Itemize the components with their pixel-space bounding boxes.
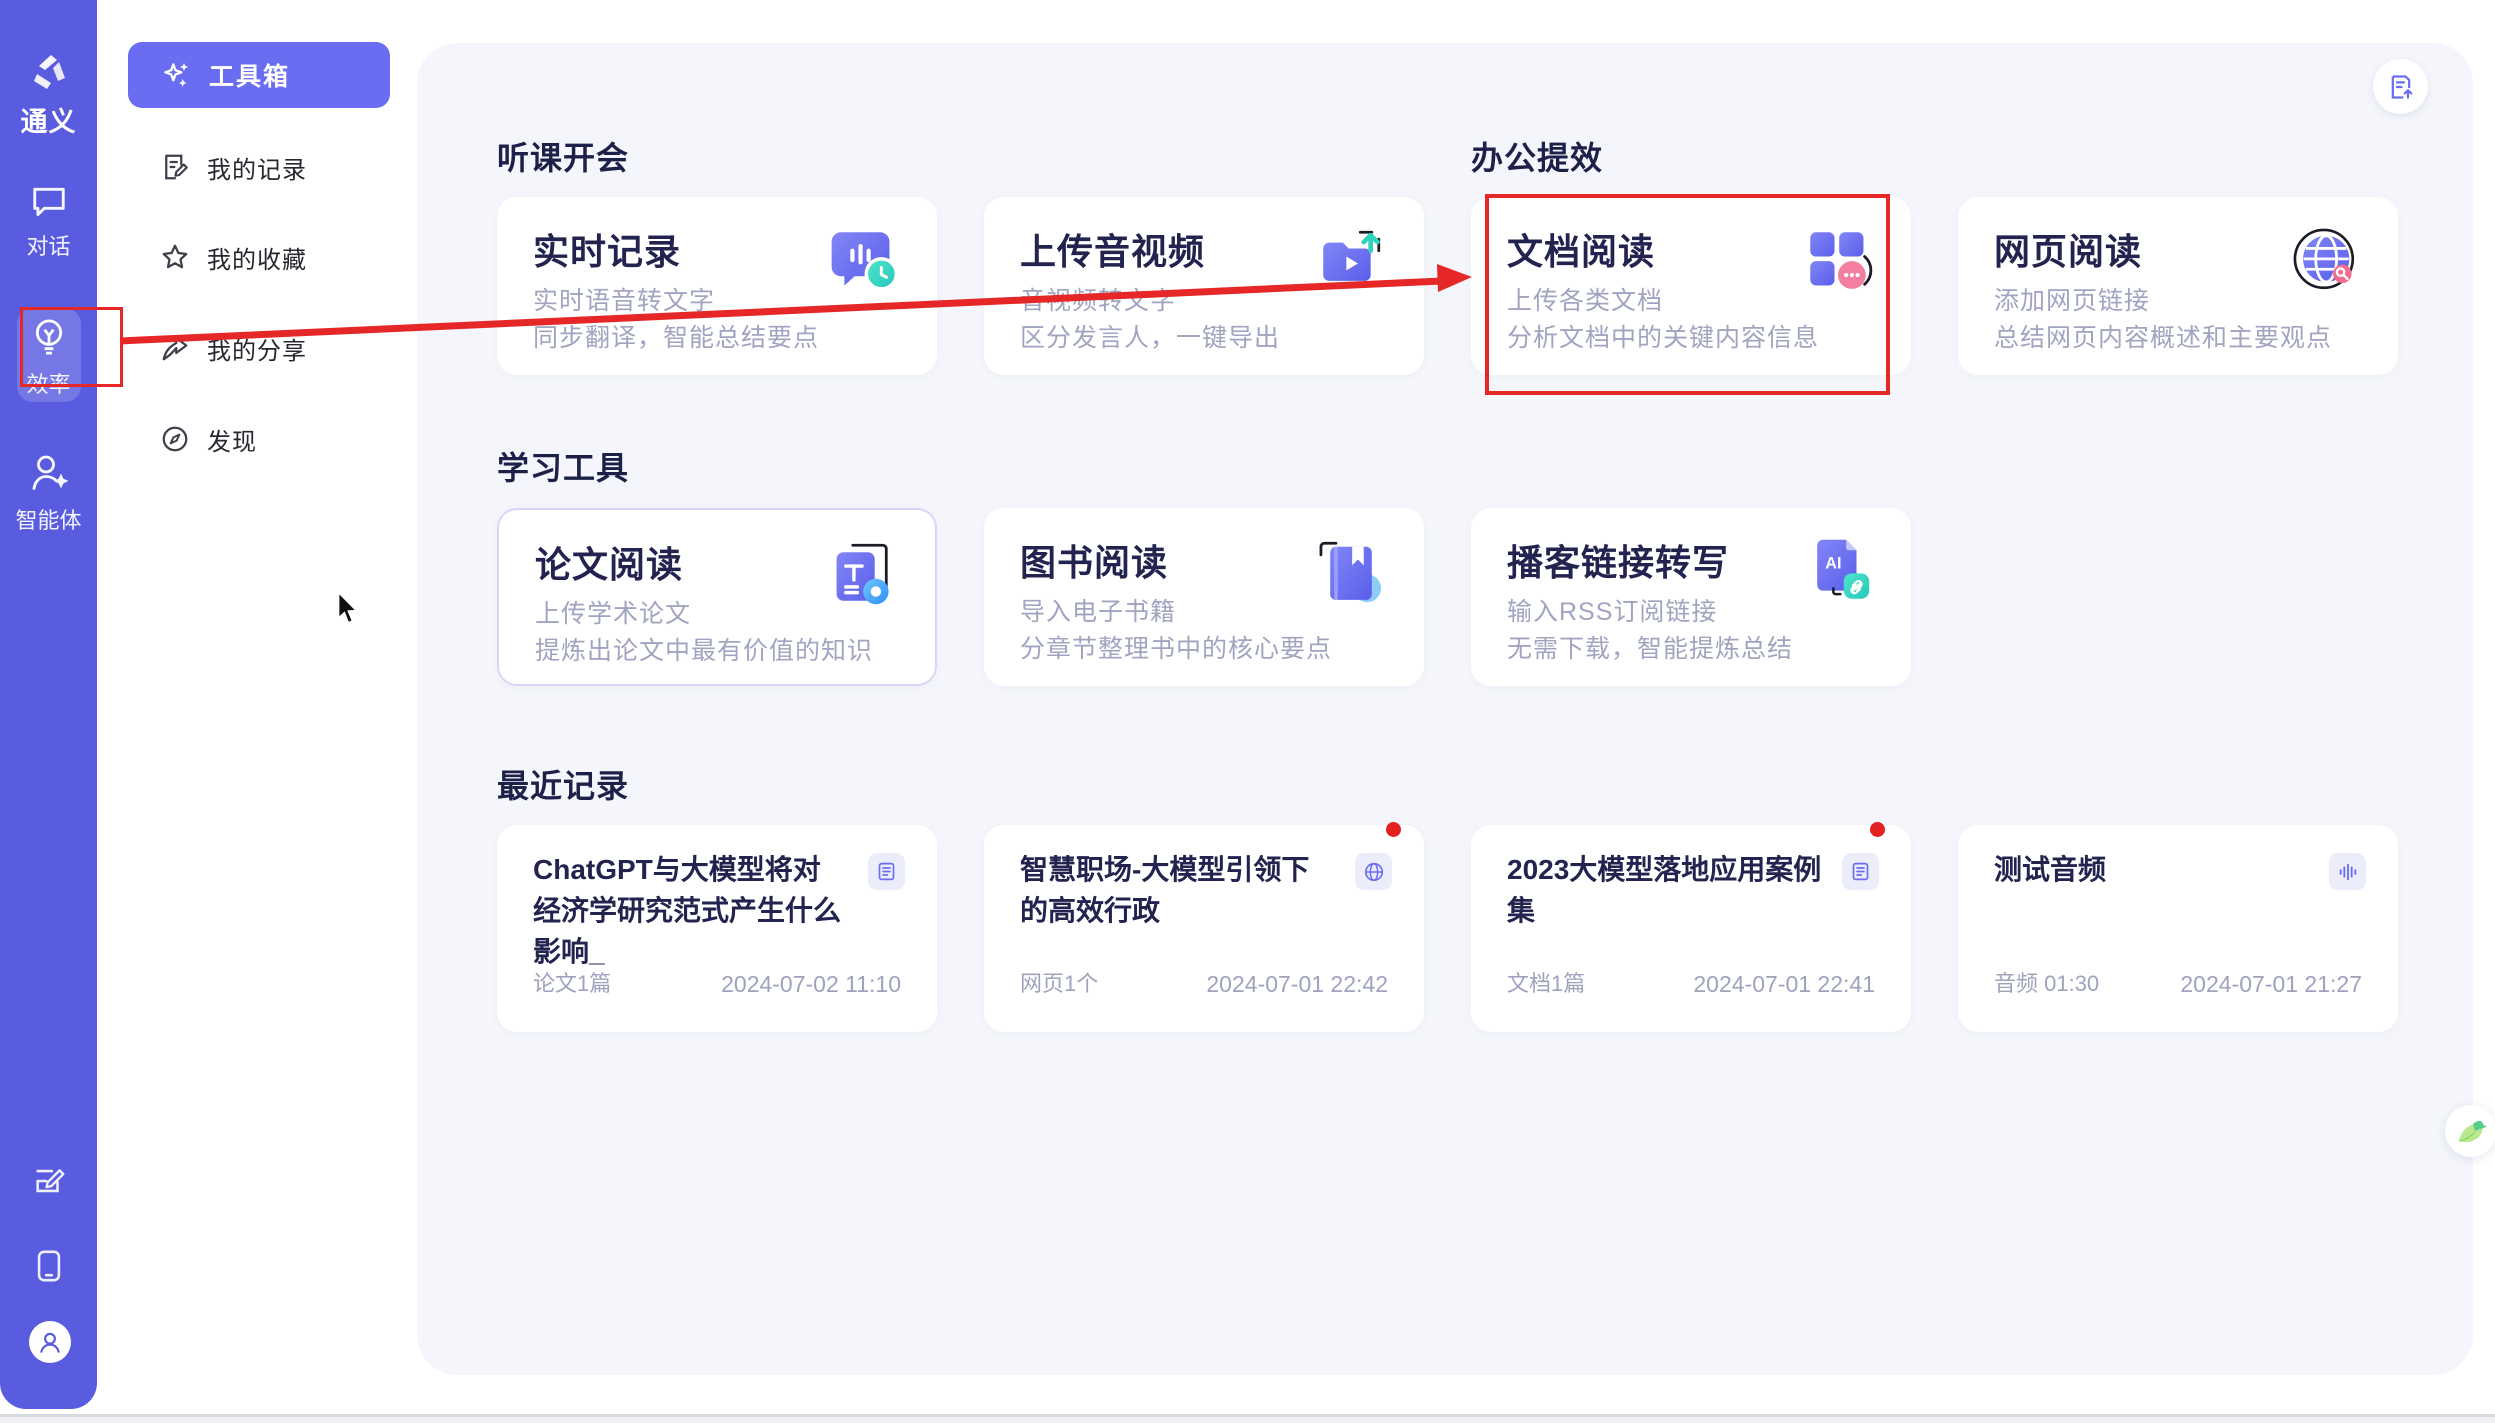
app-logo-text: 通义 (20, 107, 77, 137)
record-time: 2024-07-01 22:42 (1206, 971, 1388, 997)
unread-dot (1870, 822, 1885, 837)
tool-card-podcast-transcribe[interactable]: 播客链接转写 输入RSS订阅链接 无需下载，智能提炼总结 AI (1471, 508, 1911, 686)
tool-title: 实时记录 (533, 231, 682, 272)
user-icon (40, 1332, 60, 1353)
sidebar-item-label: 智能体 (15, 508, 82, 533)
nav-item-my-records[interactable]: 我的记录 (128, 138, 390, 196)
chat-icon (32, 187, 65, 217)
svg-text:AI: AI (1825, 555, 1841, 573)
tool-desc: 上传各类文档 分析文档中的关键内容信息 (1507, 287, 1820, 352)
record-title: 测试音频 (1994, 854, 2107, 885)
section-title-office: 办公提效 (1471, 140, 1604, 176)
nav-item-label: 发现 (207, 428, 257, 456)
bulb-icon (35, 319, 62, 355)
podcast-transcribe-icon: AI (1801, 534, 1875, 608)
section-title-study: 学习工具 (497, 450, 630, 486)
nav-item-label: 我的分享 (207, 337, 307, 365)
recent-record-card[interactable]: 测试音频 音频 01:30 2024-07-01 21:27 (1958, 825, 2398, 1032)
record-title: 智慧职场-大模型引领下的高效行政 (1020, 854, 1310, 926)
tool-title: 图书阅读 (1020, 542, 1169, 583)
record-title: 2023大模型落地应用案例集 (1507, 854, 1822, 926)
record-time: 2024-07-01 21:27 (2180, 971, 2362, 997)
document-upload-icon (2391, 74, 2412, 99)
web-reading-icon (2288, 223, 2362, 297)
green-bird-icon (2458, 1120, 2487, 1143)
main-panel: 听课开会 办公提效 实时记录 实时语音转文字 同步翻译，智能总结要点 上传音视频 … (417, 43, 2473, 1375)
sidebar-item-chat[interactable]: 对话 (0, 186, 97, 261)
record-time: 2024-07-02 11:10 (721, 971, 901, 997)
tool-title: 网页阅读 (1994, 231, 2143, 272)
book-reading-icon (1314, 534, 1388, 608)
unread-dot (1386, 822, 1401, 837)
section-title-recent: 最近记录 (497, 768, 630, 804)
tool-desc: 添加网页链接 总结网页内容概述和主要观点 (1994, 287, 2333, 352)
tool-title: 论文阅读 (535, 544, 684, 585)
record-type: 网页1个 (1020, 971, 1099, 996)
tool-card-upload-media[interactable]: 上传音视频 音视频转文字 区分发言人，一键导出 (984, 197, 1424, 375)
sidebar-item-efficiency[interactable]: 效率 (0, 318, 97, 399)
paper-doc-badge-icon (868, 853, 905, 890)
app-logo: 通义 (0, 50, 97, 139)
tool-desc: 导入电子书籍 分章节整理书中的核心要点 (1020, 598, 1333, 663)
tool-card-realtime-record[interactable]: 实时记录 实时语音转文字 同步翻译，智能总结要点 (497, 197, 937, 375)
tool-card-web-reading[interactable]: 网页阅读 添加网页链接 总结网页内容概述和主要观点 (1958, 197, 2398, 375)
assistant-bird-widget[interactable] (2445, 1105, 2495, 1157)
feedback-button[interactable] (0, 1164, 97, 1203)
record-type: 文档1篇 (1507, 971, 1586, 996)
section-title-meeting: 听课开会 (497, 140, 630, 176)
sidebar-item-label: 效率 (26, 372, 71, 397)
tool-title: 文档阅读 (1507, 231, 1656, 272)
sidebar-item-agents[interactable]: 智能体 (0, 452, 97, 535)
audio-waveform-badge-icon (2329, 853, 2366, 890)
tool-desc: 输入RSS订阅链接 无需下载，智能提炼总结 (1507, 598, 1794, 663)
nav-item-label: 我的收藏 (207, 246, 307, 274)
recent-record-card[interactable]: 2023大模型落地应用案例集 文档1篇 2024-07-01 22:41 (1471, 825, 1911, 1032)
nav-item-label: 工具箱 (209, 63, 291, 91)
phone-icon (37, 1250, 60, 1282)
record-title: ChatGPT与大模型将对经济学研究范式产生什么影响_ (533, 854, 842, 967)
tool-card-paper-reading[interactable]: 论文阅读 上传学术论文 提炼出论文中最有价值的知识 (497, 508, 937, 686)
star-icon (162, 244, 188, 269)
mobile-app-button[interactable] (0, 1249, 97, 1288)
primary-sidebar: 通义 对话 效率 智能体 (0, 0, 97, 1409)
tool-card-doc-reading[interactable]: 文档阅读 上传各类文档 分析文档中的关键内容信息 (1471, 197, 1911, 375)
window-bottom-strip (0, 1417, 2495, 1423)
nav-item-toolbox[interactable]: 工具箱 (128, 42, 390, 108)
doc-reading-icon (1801, 223, 1875, 297)
record-doc-icon (165, 154, 188, 180)
paper-reading-icon (825, 536, 899, 610)
tool-desc: 上传学术论文 提炼出论文中最有价值的知识 (535, 600, 874, 665)
record-time: 2024-07-01 22:41 (1693, 971, 1875, 997)
tongyi-logo-icon (33, 55, 65, 89)
nav-item-label: 我的记录 (207, 156, 307, 184)
magic-sparkle-icon (164, 63, 188, 87)
compass-icon (162, 426, 188, 452)
edit-note-icon (35, 1169, 65, 1193)
recent-record-card[interactable]: ChatGPT与大模型将对经济学研究范式产生什么影响_ 论文1篇 2024-07… (497, 825, 937, 1032)
upload-media-icon (1314, 223, 1388, 297)
doc-badge-icon (1842, 853, 1879, 890)
import-document-button[interactable] (2373, 59, 2428, 114)
tool-title: 播客链接转写 (1507, 542, 1730, 583)
nav-item-my-shares[interactable]: 我的分享 (128, 319, 390, 377)
agent-person-icon (32, 455, 68, 490)
tool-desc: 音视频转文字 区分发言人，一键导出 (1020, 287, 1281, 352)
nav-item-discover[interactable]: 发现 (128, 410, 390, 468)
app-window: 通义 对话 效率 智能体 工具箱 我的记录 我的收藏 我的分享 发现 听课开会 … (0, 0, 2495, 1423)
tool-card-book-reading[interactable]: 图书阅读 导入电子书籍 分章节整理书中的核心要点 (984, 508, 1424, 686)
tool-title: 上传音视频 (1020, 231, 1206, 272)
webpage-badge-icon (1355, 853, 1392, 890)
recent-record-card[interactable]: 智慧职场-大模型引领下的高效行政 网页1个 2024-07-01 22:42 (984, 825, 1424, 1032)
realtime-record-icon (827, 223, 901, 297)
secondary-sidebar: 工具箱 我的记录 我的收藏 我的分享 发现 (97, 0, 417, 1423)
share-arrow-icon (162, 336, 188, 361)
record-type: 音频 01:30 (1994, 971, 2100, 996)
tool-desc: 实时语音转文字 同步翻译，智能总结要点 (533, 287, 820, 352)
nav-item-my-favorites[interactable]: 我的收藏 (128, 228, 390, 286)
user-avatar[interactable] (29, 1321, 71, 1363)
sidebar-item-label: 对话 (26, 234, 71, 259)
record-type: 论文1篇 (533, 971, 612, 996)
